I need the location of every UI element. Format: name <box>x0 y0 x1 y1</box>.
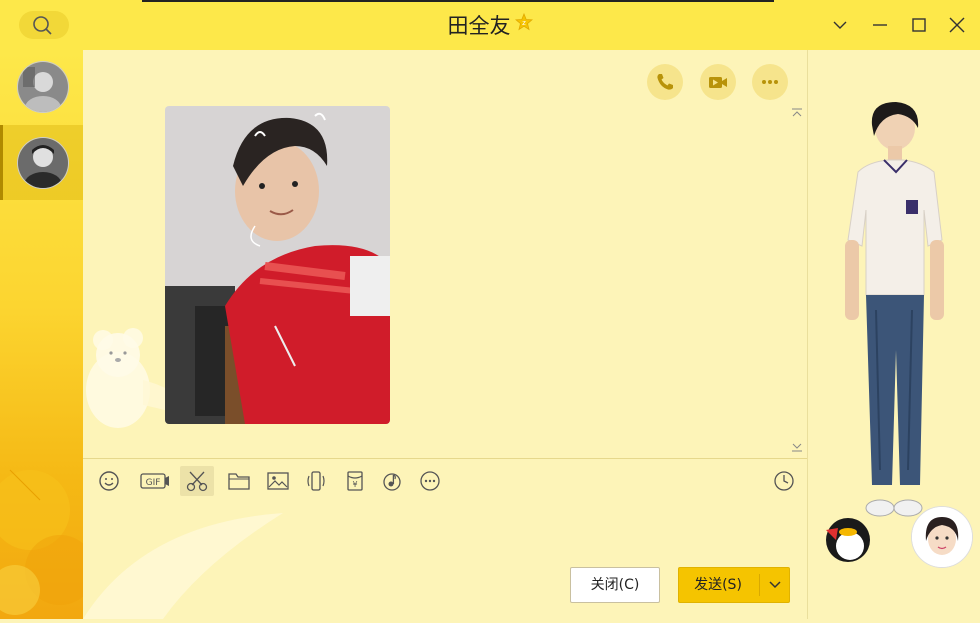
avatar-show-panel <box>807 50 980 619</box>
screenshot-button[interactable] <box>180 466 214 496</box>
title-bar: 田全友 z <box>0 0 980 50</box>
image-button[interactable] <box>262 466 292 496</box>
video-call-button[interactable] <box>700 64 736 100</box>
decorative-flowers <box>0 469 83 615</box>
avatar-photo-1 <box>18 62 68 112</box>
svg-text:¥: ¥ <box>352 480 357 489</box>
history-button[interactable] <box>769 466 799 496</box>
gif-label: GIF <box>146 478 161 488</box>
scroll-up-icon[interactable] <box>791 108 803 118</box>
top-border <box>142 0 774 2</box>
penguin-mascot-icon <box>826 518 870 562</box>
clock-icon <box>774 471 794 491</box>
my-avatar-image <box>912 507 972 567</box>
music-icon <box>383 473 401 491</box>
decorative-wing <box>83 513 283 619</box>
chevron-down-icon[interactable] <box>829 14 851 36</box>
minimize-icon[interactable] <box>869 14 891 36</box>
gif-button[interactable]: GIF <box>136 466 170 496</box>
more-actions-button[interactable] <box>752 64 788 100</box>
shake-button[interactable] <box>301 466 331 496</box>
video-icon <box>709 77 727 88</box>
more-tools-button[interactable] <box>415 466 445 496</box>
my-avatar[interactable] <box>911 506 973 568</box>
photo-image <box>165 106 390 424</box>
close-button-label: 关闭(C) <box>590 577 640 593</box>
send-button-divider <box>759 574 760 596</box>
emoji-button[interactable] <box>94 466 124 496</box>
received-photo[interactable] <box>165 106 390 424</box>
red-packet-icon: ¥ <box>347 471 363 491</box>
shake-icon <box>307 471 325 491</box>
file-button[interactable] <box>223 466 253 496</box>
message-input-area[interactable]: 关闭(C) 发送(S) <box>83 503 807 619</box>
chevron-down-icon[interactable] <box>765 577 785 593</box>
contact-selected-bar <box>0 125 3 200</box>
more-icon <box>420 471 440 491</box>
voice-call-button[interactable] <box>647 64 683 100</box>
contact-sidebar <box>0 50 83 619</box>
scissors-icon <box>186 471 208 492</box>
contact-avatar-1[interactable] <box>17 61 69 113</box>
avatar-photo-2 <box>18 138 68 188</box>
folder-icon <box>228 473 250 490</box>
emoji-icon <box>99 471 119 491</box>
gif-icon: GIF <box>140 473 169 489</box>
phone-icon <box>657 74 673 90</box>
music-button[interactable] <box>377 466 407 496</box>
send-button-label: 发送(S) <box>694 577 742 593</box>
more-icon <box>762 80 778 84</box>
image-icon <box>267 472 289 490</box>
contact-name: 田全友 <box>447 14 511 38</box>
maximize-icon[interactable] <box>908 14 930 36</box>
send-button[interactable]: 发送(S) <box>678 567 790 603</box>
red-packet-button[interactable]: ¥ <box>340 466 370 496</box>
close-icon[interactable] <box>946 14 968 36</box>
vip-star-icon: z <box>514 13 533 31</box>
scroll-down-icon[interactable] <box>791 442 803 452</box>
chat-message-area[interactable] <box>83 50 807 458</box>
svg-text:z: z <box>522 19 526 27</box>
contact-avatar-2[interactable] <box>17 137 69 189</box>
message-toolbar: GIF ¥ <box>83 458 807 503</box>
close-button[interactable]: 关闭(C) <box>570 567 660 603</box>
